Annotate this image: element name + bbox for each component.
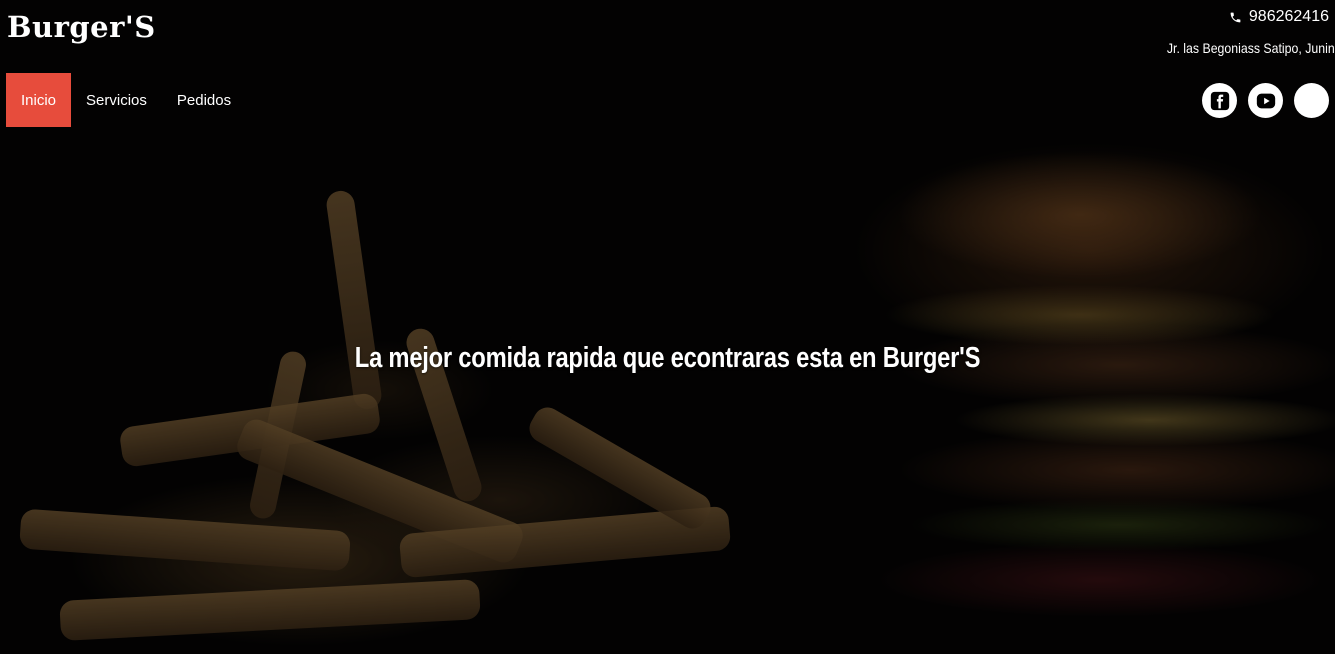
youtube-link[interactable] <box>1248 83 1283 118</box>
nav-item-pedidos[interactable]: Pedidos <box>162 73 246 127</box>
blank-social-link[interactable] <box>1294 83 1329 118</box>
youtube-icon <box>1256 93 1275 108</box>
hero-headline: La mejor comida rapida que econtraras es… <box>354 342 981 374</box>
facebook-icon <box>1210 91 1229 110</box>
phone-icon <box>1230 12 1241 22</box>
contact-info: 986262416 Jr. las Begoniass Satipo, Juni… <box>1144 8 1335 56</box>
facebook-link[interactable] <box>1202 83 1237 118</box>
main-nav: Inicio Servicios Pedidos <box>6 73 246 127</box>
social-links <box>1202 83 1329 118</box>
nav-item-inicio[interactable]: Inicio <box>6 73 72 127</box>
phone-number: 986262416 <box>1248 8 1329 25</box>
phone-line: 986262416 <box>1144 8 1329 26</box>
brand-logo[interactable]: Burger'S <box>7 10 156 44</box>
nav-item-servicios[interactable]: Servicios <box>71 73 162 127</box>
address-text: Jr. las Begoniass Satipo, Junin <box>1167 40 1335 56</box>
